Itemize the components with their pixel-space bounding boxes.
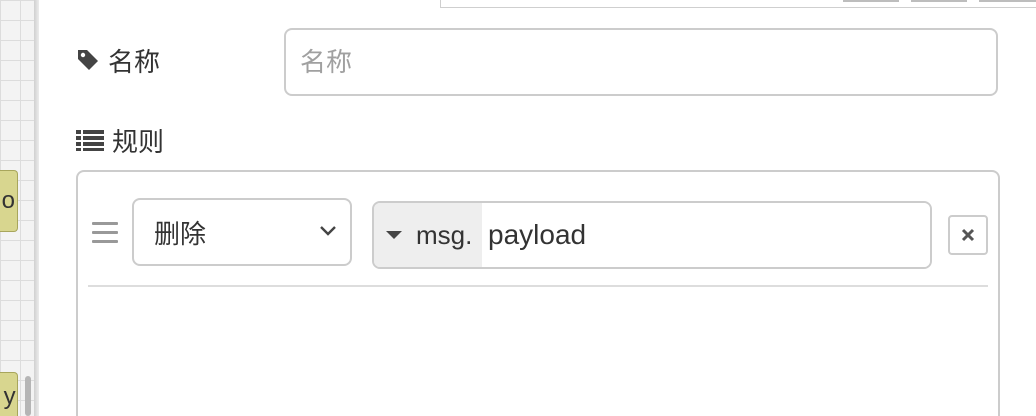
flow-node-label: yl [3, 383, 17, 410]
rules-label: 规则 [76, 122, 164, 158]
flow-node-label: o [1, 187, 15, 214]
bars-icon[interactable] [92, 222, 118, 244]
panel-edge [34, 0, 39, 416]
rule-divider [88, 285, 988, 287]
workspace-scrollbar[interactable] [25, 376, 31, 416]
flow-node[interactable]: o [0, 170, 18, 232]
property-type-prefix: msg. [416, 219, 473, 250]
workspace-canvas[interactable]: o yl [0, 0, 34, 416]
name-input[interactable] [284, 28, 998, 96]
rule-action-select[interactable]: 删除 [132, 198, 352, 266]
property-value-input[interactable] [482, 203, 930, 267]
rule-action-value: 删除 [154, 218, 207, 249]
rule-property-input: msg. [372, 201, 932, 269]
caret-down-icon [386, 231, 402, 239]
top-toolbar-fragment [440, 0, 1036, 8]
close-icon [961, 228, 975, 242]
remove-rule-button[interactable] [948, 215, 988, 255]
name-label: 名称 [76, 42, 160, 78]
rules-label-text: 规则 [112, 126, 165, 157]
list-icon [76, 130, 104, 151]
name-label-text: 名称 [108, 46, 161, 77]
flow-node[interactable]: yl [0, 372, 18, 416]
tag-icon [78, 50, 98, 70]
chevron-down-icon [320, 226, 336, 236]
property-type-button[interactable]: msg. [374, 203, 482, 267]
